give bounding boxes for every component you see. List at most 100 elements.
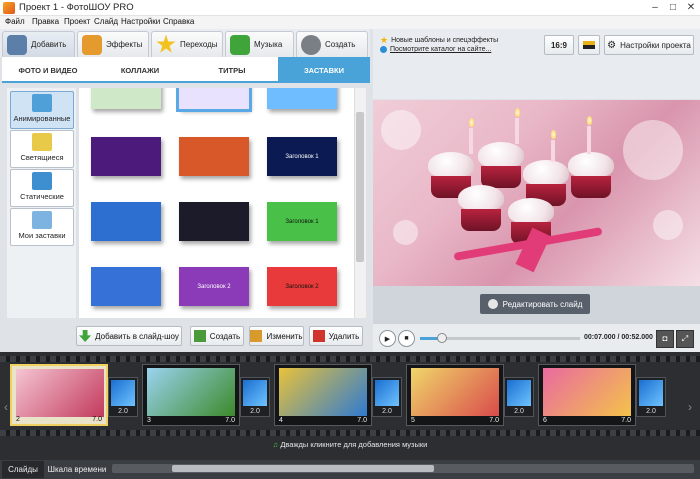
template-thumbnail[interactable]	[91, 267, 161, 306]
subtab-photo-video[interactable]: ФОТО И ВИДЕО	[2, 57, 94, 83]
fullscreen-button[interactable]: ⤢	[676, 330, 694, 348]
template-thumbnail[interactable]	[179, 202, 249, 241]
slide-duration: 7.0	[357, 417, 367, 424]
add-to-slideshow-label: Добавить в слайд-шоу	[95, 331, 179, 341]
transition-card[interactable]: 2.0	[240, 377, 270, 417]
play-icon: ▶	[384, 335, 391, 343]
transition-duration: 2.0	[382, 408, 392, 415]
fullscreen-icon: ⤢	[681, 334, 689, 343]
timeline-right-arrow-icon[interactable]: ›	[688, 400, 692, 414]
close-button[interactable]: ✕	[684, 1, 698, 14]
menu-file[interactable]: Файл	[5, 17, 25, 26]
edit-intro-button[interactable]: Изменить	[249, 326, 304, 346]
delete-intro-label: Удалить	[328, 331, 360, 341]
category-my-intros[interactable]: Мои заставки	[10, 208, 74, 246]
menu-project[interactable]: Проект	[64, 17, 90, 26]
template-thumbnail[interactable]	[267, 88, 337, 109]
tab-create[interactable]: Создать	[296, 31, 368, 57]
minimize-button[interactable]: –	[648, 1, 662, 14]
create-icon	[193, 330, 206, 342]
slide-card[interactable]: 3 7.0	[142, 364, 240, 426]
slide-thumbnail	[543, 368, 631, 416]
category-static[interactable]: Статические	[10, 169, 74, 207]
template-thumbnail[interactable]: Заголовок 2	[179, 267, 249, 306]
tab-slides[interactable]: Слайды	[2, 461, 44, 478]
add-to-slideshow-button[interactable]: Добавить в слайд-шоу	[76, 326, 182, 346]
transition-card[interactable]: 2.0	[372, 377, 402, 417]
create-intro-label: Создать	[209, 331, 241, 341]
slide-card[interactable]: 6 7.0	[538, 364, 636, 426]
tab-music[interactable]: Музыка	[225, 31, 294, 57]
tab-effects[interactable]: Эффекты	[77, 31, 149, 57]
transition-card[interactable]: 2.0	[108, 377, 138, 417]
create-intro-button[interactable]: Создать	[190, 326, 244, 346]
transition-thumbnail	[243, 380, 267, 406]
subtab-collages[interactable]: КОЛЛАЖИ	[94, 57, 186, 83]
snapshot-button[interactable]: ◘	[656, 330, 674, 348]
slide-preview	[373, 100, 700, 286]
menu-help[interactable]: Справка	[163, 17, 194, 26]
slide-card[interactable]: 4 7.0	[274, 364, 372, 426]
add-music-hint[interactable]: ♫ Дважды кликните для добавления музыки	[0, 440, 700, 449]
tab-timeline[interactable]: Шкала времени	[46, 461, 108, 478]
slide-thumbnail	[16, 369, 104, 417]
slide-number: 6	[543, 417, 547, 424]
subtab-titles[interactable]: ТИТРЫ	[186, 57, 278, 83]
slide-thumbnail	[411, 368, 499, 416]
template-grid: Заголовок 1 Заголовок 1 Заголовок 2 Заго…	[79, 88, 354, 318]
menu-settings[interactable]: Настройки	[121, 17, 160, 26]
edit-slide-button[interactable]: Редактировать слайд	[480, 294, 590, 314]
template-thumbnail[interactable]	[176, 88, 252, 112]
star-icon: ★	[380, 35, 389, 45]
transition-thumbnail	[375, 380, 399, 406]
aspect-ratio-button[interactable]: 16:9	[544, 35, 574, 55]
palette-icon	[82, 34, 102, 55]
template-thumbnail[interactable]	[91, 202, 161, 241]
film-sprockets-bottom	[0, 430, 700, 436]
category-my-intros-label: Мои заставки	[18, 231, 66, 240]
template-label: Заголовок 2	[197, 283, 231, 290]
catalog-link[interactable]: Посмотрите каталог на сайте...	[380, 46, 491, 53]
maximize-button[interactable]: □	[666, 1, 680, 14]
template-thumbnail[interactable]: Заголовок 2	[267, 267, 337, 306]
menu-edit[interactable]: Правка	[32, 17, 59, 26]
template-thumbnail[interactable]	[91, 88, 161, 109]
slide-duration: 7.0	[92, 416, 102, 423]
template-thumbnail[interactable]	[91, 137, 161, 176]
menu-bar: Файл Правка Проект Слайд Настройки Справ…	[0, 16, 700, 29]
play-button[interactable]: ▶	[379, 330, 396, 347]
template-thumbnail[interactable]: Заголовок 1	[267, 202, 337, 241]
menu-slide[interactable]: Слайд	[94, 17, 118, 26]
timeline-left-arrow-icon[interactable]: ‹	[4, 400, 8, 414]
time-readout: 00:07.000 / 00:52.000	[584, 334, 653, 341]
tab-transitions[interactable]: Переходы	[151, 31, 223, 57]
template-thumbnail[interactable]	[179, 137, 249, 176]
slide-thumbnail	[279, 368, 367, 416]
template-thumbnail[interactable]: Заголовок 1	[267, 137, 337, 176]
tab-transitions-label: Переходы	[180, 40, 218, 49]
delete-intro-button[interactable]: Удалить	[309, 326, 363, 346]
new-templates-link[interactable]: ★ Новые шаблоны и спецэффекты	[380, 35, 498, 46]
transition-duration: 2.0	[514, 408, 524, 415]
pencil-icon	[487, 299, 498, 309]
transition-thumbnail	[639, 380, 663, 406]
down-arrow-icon	[79, 330, 92, 342]
progress-knob[interactable]	[437, 333, 447, 343]
category-panel: Анимированные Светящиеся Статические Мои…	[7, 88, 76, 318]
category-glowing-label: Светящиеся	[20, 153, 64, 162]
slide-thumbnail	[147, 368, 235, 416]
slide-card[interactable]: 5 7.0	[406, 364, 504, 426]
catalog-label: Посмотрите каталог на сайте...	[390, 46, 492, 53]
transition-card[interactable]: 2.0	[504, 377, 534, 417]
stop-button[interactable]: ■	[398, 330, 415, 347]
flag-button[interactable]	[578, 35, 600, 55]
template-scrollbar-thumb[interactable]	[356, 112, 364, 262]
slide-card[interactable]: 2 7.0	[10, 364, 108, 426]
category-animated[interactable]: Анимированные	[10, 91, 74, 129]
transition-card[interactable]: 2.0	[636, 377, 666, 417]
tab-add[interactable]: Добавить	[2, 31, 75, 57]
category-glowing[interactable]: Светящиеся	[10, 130, 74, 168]
project-settings-button[interactable]: ⚙ Настройки проекта	[604, 35, 694, 55]
timeline-scrollbar-thumb[interactable]	[172, 465, 434, 472]
subtab-intros[interactable]: ЗАСТАВКИ	[278, 57, 370, 83]
